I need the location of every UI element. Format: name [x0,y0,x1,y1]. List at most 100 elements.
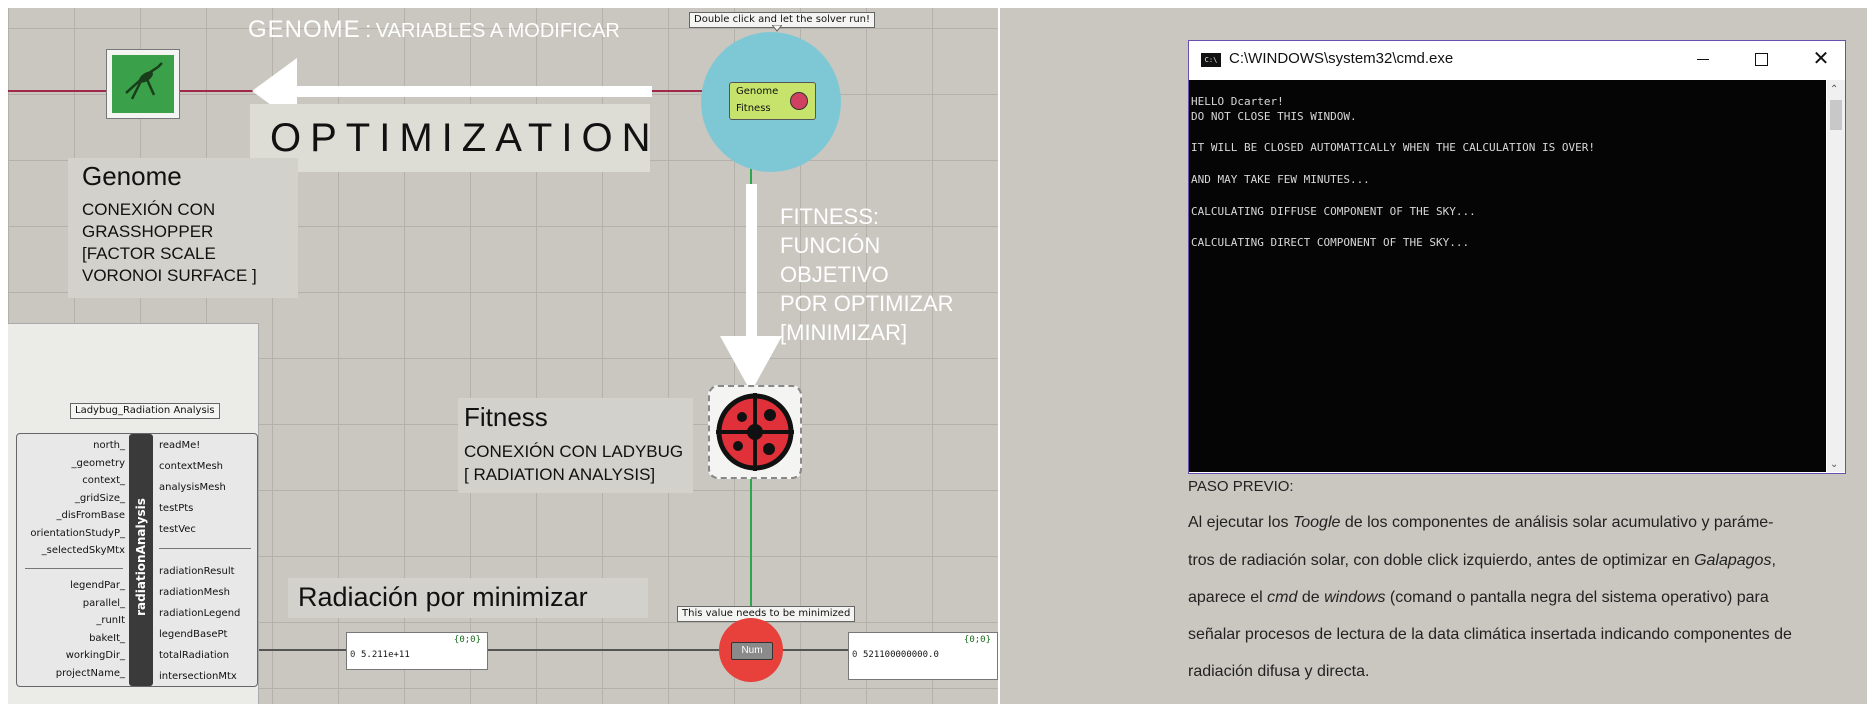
ladybug-icon [716,393,794,471]
paragraph-line-3: aparece el cmd de windows (comand o pant… [1188,589,1769,607]
output-testpts[interactable]: testPts [159,503,193,514]
output-radiationmesh[interactable]: radiationMesh [159,587,230,598]
input-projectname[interactable]: projectName_ [56,668,125,679]
output-separator [159,548,251,549]
genome-component[interactable] [106,49,180,119]
galapagos-component[interactable]: Genome Fitness [729,82,816,120]
scroll-up-icon[interactable]: ⌃ [1830,84,1838,95]
output-contextmesh[interactable]: contextMesh [159,461,223,472]
fitness-title: Fitness [464,402,548,432]
p3-c: de [1297,589,1325,606]
p1-b: Toogle [1292,514,1341,531]
grasshopper-icon [112,55,174,113]
panel1-value: 5.211e+11 [361,650,410,660]
cmd-title: C:\WINDOWS\system32\cmd.exe [1229,50,1454,67]
output-readme[interactable]: readMe! [159,440,200,451]
value-panel-1[interactable]: {0;0} 0 5.211e+11 [346,632,488,670]
cmd-window[interactable]: C:\ C:\WINDOWS\system32\cmd.exe ✕ HELLO … [1188,40,1846,474]
p3-e: (comand o pantalla negra del sistema ope… [1385,589,1769,606]
output-intersectionmtx[interactable]: intersectionMtx [159,671,237,682]
p2-c: , [1771,552,1776,569]
grasshopper-canvas[interactable]: GENOME : VARIABLES A MODIFICAR OPTIMIZAT… [8,8,998,704]
paragraph-line-5: radiación difusa y directa. [1188,663,1370,680]
input-runit[interactable]: _runIt [96,615,125,626]
genome-banner-subtitle: VARIABLES A MODIFICAR [375,20,620,42]
cmd-line-2: DO NOT CLOSE THIS WINDOW. [1191,110,1357,123]
input-gridsize[interactable]: _gridSize_ [75,493,125,504]
input-legendpar[interactable]: legendPar_ [70,580,125,591]
minimize-icon[interactable] [1691,47,1715,71]
ladybug-component[interactable] [708,385,802,479]
genome-line-2: GRASSHOPPER [82,222,214,241]
input-context[interactable]: context_ [82,475,125,486]
paragraph-heading: PASO PREVIO: [1188,478,1294,495]
scroll-down-icon[interactable]: ⌄ [1830,459,1838,470]
genome-description: Genome CONEXIÓN CON GRASSHOPPER [FACTOR … [68,158,298,298]
galapagos-fitness-port[interactable]: Fitness [736,103,771,114]
genome-line-1: CONEXIÓN CON [82,200,216,219]
input-geometry[interactable]: _geometry [72,458,125,469]
p1-a: Al ejecutar los [1188,514,1293,531]
panel1-path: {0;0} [453,635,481,645]
maximize-icon[interactable] [1749,47,1773,71]
cmd-app-icon: C:\ [1201,53,1221,67]
genome-line-4: VORONOI SURFACE ] [82,266,257,285]
solver-tooltip: Double click and let the solver run! [689,12,876,28]
paragraph-line-1: Al ejecutar los Toogle de los componente… [1188,514,1774,532]
output-analysismesh[interactable]: analysisMesh [159,482,226,493]
output-testvec[interactable]: testVec [159,524,196,535]
input-north[interactable]: north_ [93,440,125,451]
galapagos-genome-port[interactable]: Genome [736,86,778,97]
fitness-ladybug-line-2: [ RADIATION ANALYSIS] [464,465,656,484]
cmd-console[interactable]: HELLO Dcarter! DO NOT CLOSE THIS WINDOW.… [1189,80,1826,472]
cmd-titlebar[interactable]: C:\ C:\WINDOWS\system32\cmd.exe ✕ [1189,41,1845,78]
fitness-line-4: POR OPTIMIZAR [780,291,954,316]
output-radiationresult[interactable]: radiationResult [159,566,235,577]
scroll-thumb[interactable] [1830,100,1842,130]
output-totalradiation[interactable]: totalRadiation [159,650,229,661]
genome-banner: GENOME : VARIABLES A MODIFICAR [248,16,620,44]
input-orientationstudy[interactable]: orientationStudyP_ [30,528,125,539]
cmd-line-5: CALCULATING DIFFUSE COMPONENT OF THE SKY… [1191,205,1476,218]
output-radiationlegend[interactable]: radiationLegend [159,608,240,619]
input-selectedskymtx[interactable]: _selectedSkyMtx [42,545,125,556]
p2-b: Galapagos [1694,552,1772,569]
input-bakeit[interactable]: bakeIt_ [89,633,125,644]
cmd-line-6: CALCULATING DIRECT COMPONENT OF THE SKY.… [1191,236,1470,249]
down-arrow-icon [720,184,782,392]
input-disfrombase[interactable]: _disFromBase [57,510,125,521]
radiation-analysis-component[interactable]: north_ _geometry context_ _gridSize_ _di… [16,433,258,687]
fitness-ladybug-lines: CONEXIÓN CON LADYBUG [ RADIATION ANALYSI… [464,440,683,486]
value-panel-2[interactable]: {0;0} 0 521100000000.0 [848,632,998,680]
radiation-label: Radiación por minimizar [298,582,588,612]
cmd-line-4: AND MAY TAKE FEW MINUTES... [1191,173,1370,186]
fitness-ladybug-line-1: CONEXIÓN CON LADYBUG [464,442,684,461]
panel2-path: {0;0} [963,635,991,645]
component-name-bar: radiationAnalysis [129,434,153,686]
genome-title: Genome [82,161,182,191]
cmd-scrollbar[interactable]: ⌃ ⌄ [1827,80,1845,472]
paragraph-line-2: tros de radiación solar, con doble click… [1188,552,1776,570]
p2-a: tros de radiación solar, con doble click… [1188,552,1695,569]
output-legendbasept[interactable]: legendBasePt [159,629,227,640]
panel1-index: 0 [350,650,356,660]
input-parallel[interactable]: parallel_ [83,598,125,609]
cmd-line-3: IT WILL BE CLOSED AUTOMATICALLY WHEN THE… [1191,141,1595,154]
genome-line-3: [FACTOR SCALE [82,244,216,263]
input-workingdir[interactable]: workingDir_ [66,650,125,661]
component-name: radiationAnalysis [134,498,148,616]
fitness-line-3: OBJETIVO [780,262,889,287]
p3-b: cmd [1267,589,1298,606]
component-outputs: readMe! contextMesh analysisMesh testPts… [159,434,255,686]
optimization-label: OPTIMIZATION [270,116,660,160]
paragraph-line-4: señalar procesos de lectura de la data c… [1188,626,1792,643]
fitness-line-2: FUNCIÓN [780,233,881,258]
radiation-label-box: Radiación por minimizar [288,578,648,618]
close-icon[interactable]: ✕ [1809,47,1833,71]
num-component[interactable]: Num [731,642,773,660]
minimize-tooltip: This value needs to be minimized [677,606,856,622]
fitness-ladybug-description: Fitness CONEXIÓN CON LADYBUG [ RADIATION… [458,398,693,493]
p3-d: windows [1324,589,1386,606]
cmd-line-1: HELLO Dcarter! [1191,95,1284,108]
genome-banner-title: GENOME [248,16,361,43]
